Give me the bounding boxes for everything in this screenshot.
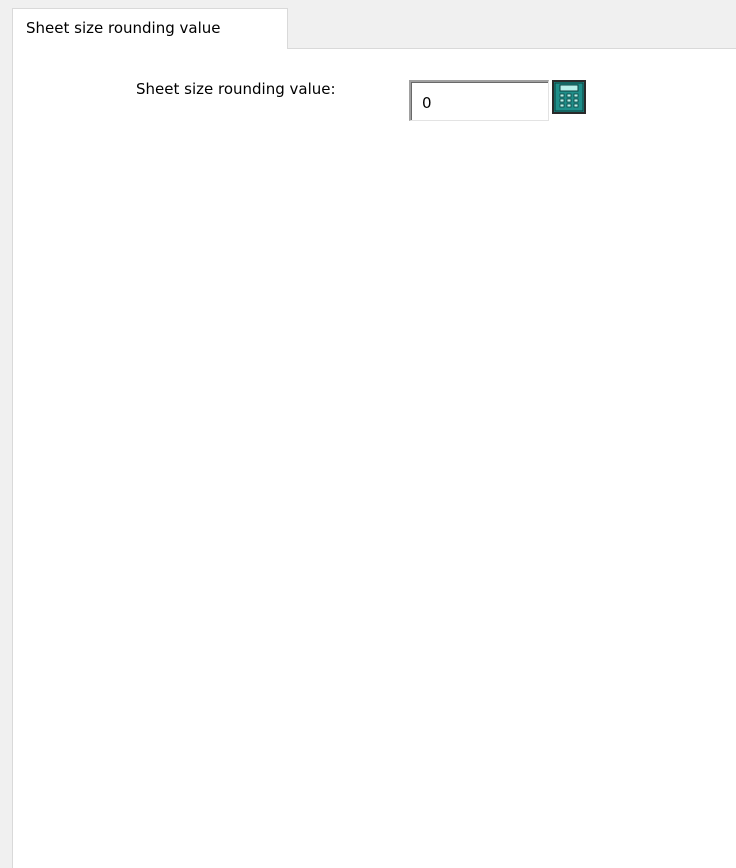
sheet-size-rounding-input[interactable] <box>414 85 542 115</box>
tab-panel: Sheet size rounding value: <box>12 48 736 868</box>
sheet-size-rounding-label: Sheet size rounding value: <box>136 80 336 98</box>
tab-strip: Sheet size rounding value <box>0 0 736 49</box>
tab-sheet-size-rounding-value[interactable]: Sheet size rounding value <box>12 8 288 49</box>
calculator-button[interactable] <box>552 80 586 114</box>
tab-label: Sheet size rounding value <box>26 19 221 37</box>
sheet-size-rounding-field <box>409 80 549 121</box>
dialog-window: Sheet size rounding value Sheet size rou… <box>0 0 736 868</box>
calculator-icon <box>552 80 586 114</box>
